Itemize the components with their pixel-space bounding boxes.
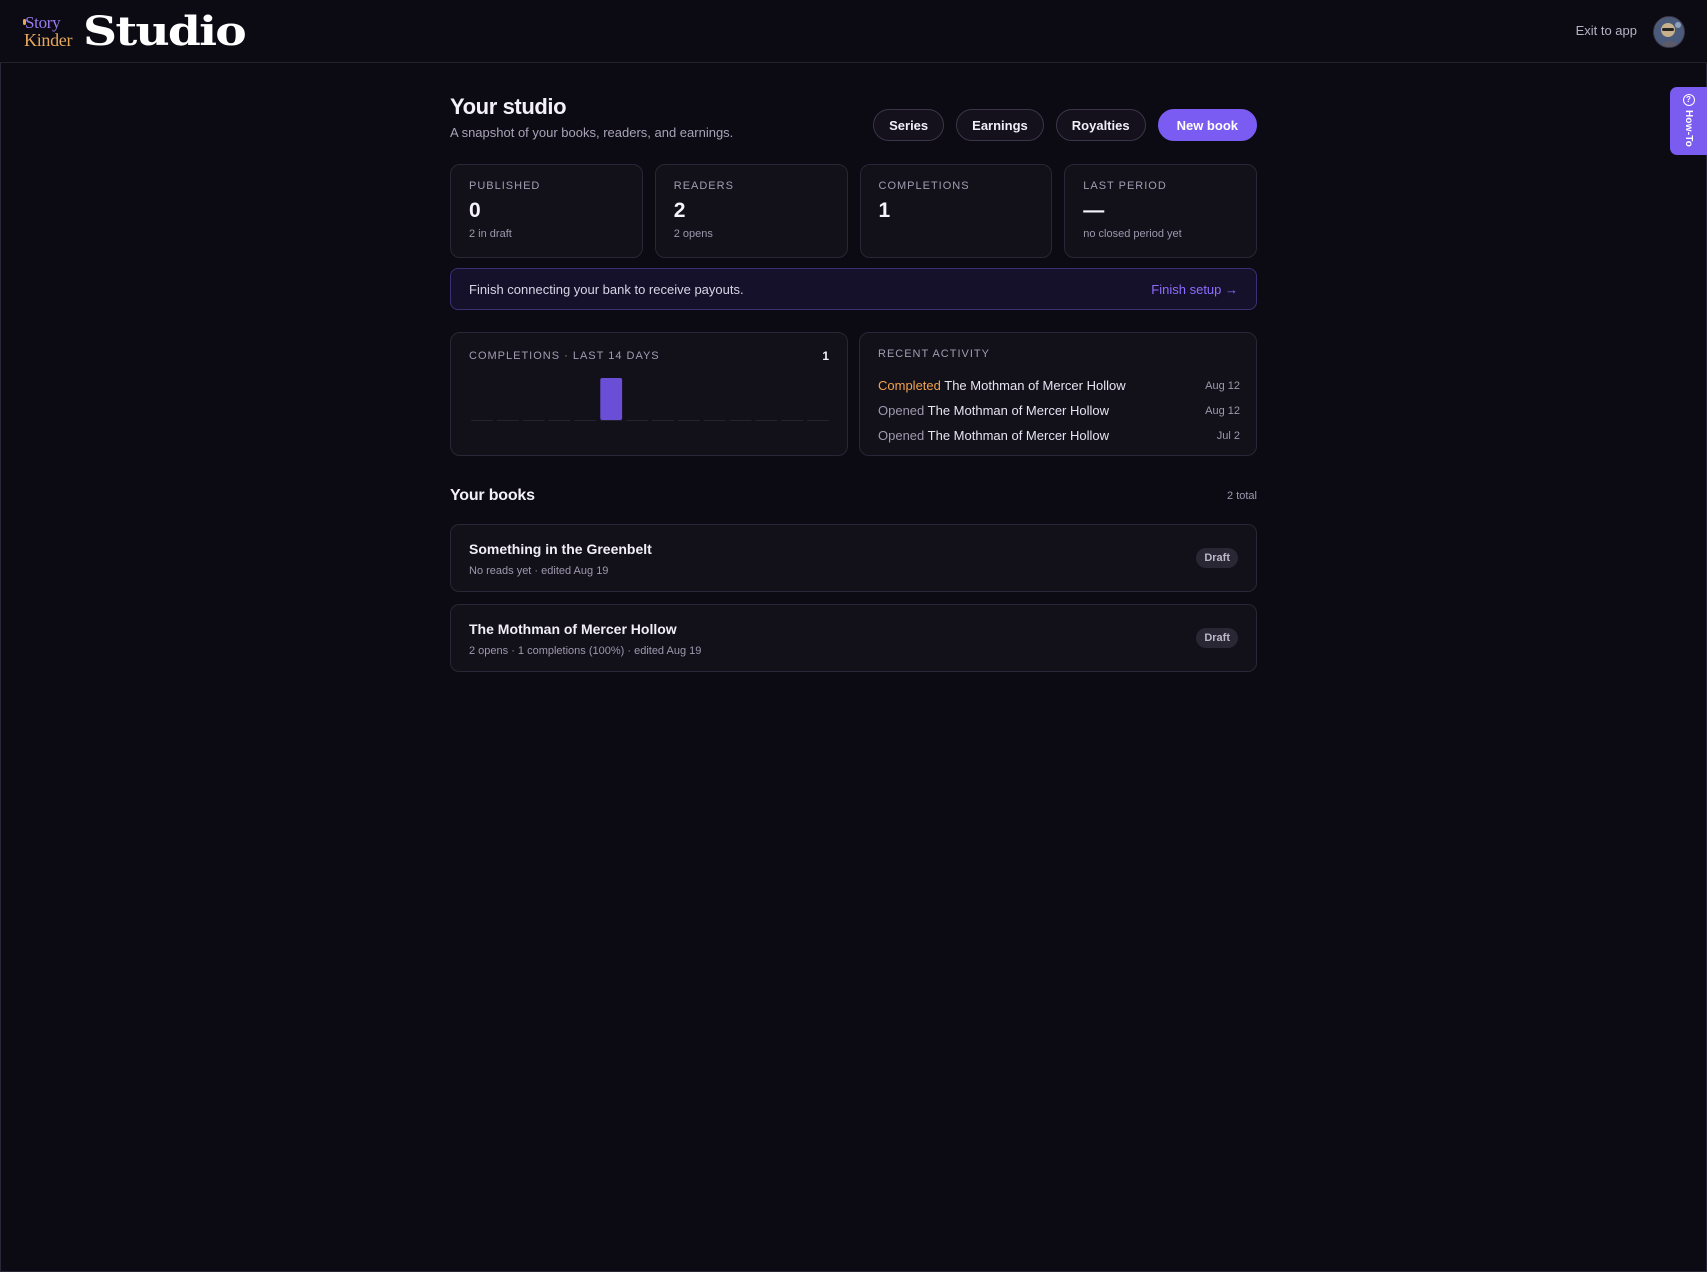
finish-setup-link[interactable]: Finish setup → bbox=[1151, 282, 1238, 297]
header-actions: Series Earnings Royalties New book bbox=[873, 109, 1257, 141]
avatar[interactable] bbox=[1653, 16, 1685, 48]
status-badge: Draft bbox=[1196, 628, 1238, 648]
chart-bar[interactable] bbox=[600, 378, 623, 420]
book-meta: 2 opens · 1 completions (100%) · edited … bbox=[469, 645, 702, 657]
page-subtitle: A snapshot of your books, readers, and e… bbox=[450, 125, 734, 140]
book-meta: No reads yet · edited Aug 19 bbox=[469, 565, 609, 577]
completions-chart bbox=[469, 375, 831, 452]
books-count: 2 total bbox=[1227, 490, 1257, 502]
stat-label: LAST PERIOD bbox=[1083, 180, 1167, 192]
activity-book-title: The Mothman of Mercer Hollow bbox=[927, 403, 1109, 418]
how-to-tab[interactable]: ? How-To bbox=[1670, 87, 1707, 155]
logo-kinder-text: Kinder bbox=[24, 30, 73, 50]
activity-text: Opened The Mothman of Mercer Hollow bbox=[878, 428, 1109, 443]
stat-card-readers: READERS 2 2 opens bbox=[654, 164, 848, 258]
activity-verb: Opened bbox=[878, 428, 925, 443]
logo-story-text: Story bbox=[25, 13, 61, 32]
activity-title: RECENT ACTIVITY bbox=[878, 348, 990, 360]
stat-card-completions: COMPLETIONS 1 bbox=[859, 164, 1053, 258]
stat-subtext: 2 in draft bbox=[469, 228, 512, 240]
chart-baseline-tick bbox=[574, 420, 597, 421]
stat-value: — bbox=[1083, 199, 1105, 222]
activity-book-title: The Mothman of Mercer Hollow bbox=[944, 378, 1126, 393]
book-card[interactable]: Something in the Greenbelt No reads yet … bbox=[450, 524, 1257, 592]
activity-item[interactable]: Opened The Mothman of Mercer Hollow Aug … bbox=[878, 398, 1240, 423]
chart-baseline-tick bbox=[548, 420, 571, 421]
banner-message: Finish connecting your bank to receive p… bbox=[469, 281, 744, 297]
stat-card-published: PUBLISHED 0 2 in draft bbox=[450, 164, 643, 258]
stat-subtext: 2 opens bbox=[673, 228, 713, 240]
chart-baseline-tick bbox=[652, 420, 674, 421]
page-title: Your studio bbox=[450, 94, 567, 119]
activity-verb: Opened bbox=[878, 403, 925, 418]
activity-date: Aug 12 bbox=[1205, 379, 1240, 392]
stat-label: PUBLISHED bbox=[469, 180, 541, 192]
stat-subtext: no closed period yet bbox=[1083, 228, 1182, 240]
new-book-button[interactable]: New book bbox=[1157, 109, 1257, 141]
activity-date: Aug 12 bbox=[1205, 404, 1240, 417]
help-circle-icon: ? bbox=[1682, 94, 1695, 106]
stat-card-last-period: LAST PERIOD — no closed period yet bbox=[1064, 164, 1257, 258]
status-badge: Draft bbox=[1196, 548, 1238, 568]
chart-title: COMPLETIONS · LAST 14 DAYS bbox=[469, 350, 660, 362]
chart-baseline-tick bbox=[703, 420, 726, 421]
chart-baseline-tick bbox=[626, 420, 648, 421]
activity-book-title: The Mothman of Mercer Hollow bbox=[927, 428, 1109, 443]
chart-baseline-tick bbox=[600, 420, 623, 421]
avatar-image bbox=[1654, 17, 1684, 47]
completions-bar-chart bbox=[471, 378, 829, 421]
activity-date: Jul 2 bbox=[1216, 429, 1240, 442]
chart-baseline-tick bbox=[755, 420, 778, 421]
payout-setup-banner: Finish connecting your bank to receive p… bbox=[450, 268, 1257, 310]
series-button[interactable]: Series bbox=[873, 109, 945, 141]
book-title: Something in the Greenbelt bbox=[469, 541, 652, 557]
chart-baseline-tick bbox=[729, 420, 752, 421]
completions-chart-panel: COMPLETIONS · LAST 14 DAYS 1 bbox=[450, 332, 848, 456]
stat-value: 2 bbox=[673, 199, 686, 222]
activity-list: Completed The Mothman of Mercer Hollow A… bbox=[878, 373, 1240, 448]
how-to-label: How-To bbox=[1683, 110, 1694, 148]
activity-item[interactable]: Opened The Mothman of Mercer Hollow Jul … bbox=[878, 423, 1240, 448]
stat-label: COMPLETIONS bbox=[878, 180, 970, 192]
stat-label: READERS bbox=[673, 180, 734, 192]
stat-value: 1 bbox=[878, 199, 891, 222]
activity-item[interactable]: Completed The Mothman of Mercer Hollow A… bbox=[878, 373, 1240, 398]
chart-total: 1 bbox=[822, 349, 829, 363]
recent-activity-panel: RECENT ACTIVITY Completed The Mothman of… bbox=[859, 332, 1257, 456]
exit-to-app-link[interactable]: Exit to app bbox=[1576, 23, 1637, 38]
earnings-button[interactable]: Earnings bbox=[956, 109, 1044, 141]
royalties-button[interactable]: Royalties bbox=[1055, 109, 1146, 141]
storykinder-logo-mark: Story Kinder bbox=[23, 13, 77, 49]
top-bar: Story Kinder Studio Exit to app bbox=[0, 0, 1707, 63]
chart-baseline-tick bbox=[677, 420, 700, 421]
stats-row: PUBLISHED 0 2 in draft READERS 2 2 opens… bbox=[450, 164, 1257, 258]
chart-baseline-tick bbox=[807, 420, 829, 421]
studio-logo[interactable]: Story Kinder Studio bbox=[23, 8, 247, 55]
chart-baseline-tick bbox=[471, 420, 493, 421]
activity-text: Completed The Mothman of Mercer Hollow bbox=[878, 378, 1126, 393]
activity-text: Opened The Mothman of Mercer Hollow bbox=[878, 403, 1109, 418]
books-section-title: Your books bbox=[450, 487, 535, 504]
chart-baseline-tick bbox=[781, 420, 804, 421]
book-title: The Mothman of Mercer Hollow bbox=[469, 621, 677, 637]
logo-studio-word: Studio bbox=[83, 7, 247, 55]
book-card[interactable]: The Mothman of Mercer Hollow 2 opens · 1… bbox=[450, 604, 1257, 672]
chart-baseline-tick bbox=[522, 420, 545, 421]
chart-baseline-tick bbox=[496, 420, 519, 421]
stat-value: 0 bbox=[469, 199, 481, 222]
activity-verb: Completed bbox=[878, 378, 941, 393]
